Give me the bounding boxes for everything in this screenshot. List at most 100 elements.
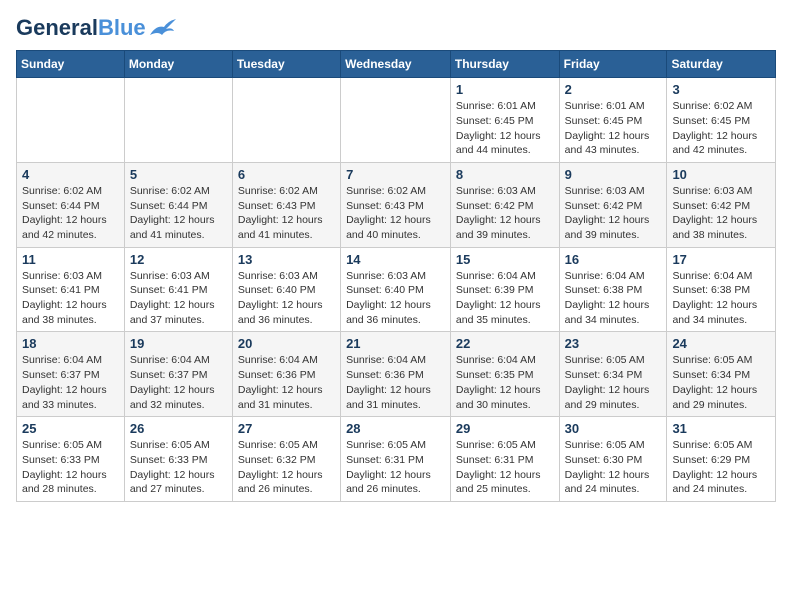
day-cell	[232, 78, 340, 163]
day-cell: 16Sunrise: 6:04 AM Sunset: 6:38 PM Dayli…	[559, 247, 667, 332]
day-number: 7	[346, 167, 445, 182]
week-row-4: 18 Sunrise: 6:04 AM Sunset: 6:37 PM Dayli…	[17, 332, 776, 417]
day-cell: 6 Sunrise: 6:02 AM Sunset: 6:43 PM Daylig…	[232, 162, 340, 247]
day-header-wednesday: Wednesday	[341, 51, 451, 78]
day-cell: 28 Sunrise: 6:05 AM Sunset: 6:31 PM Dayli…	[341, 417, 451, 502]
calendar-table: SundayMondayTuesdayWednesdayThursdayFrid…	[16, 50, 776, 502]
day-detail: Sunrise: 6:02 AM Sunset: 6:43 PM Dayligh…	[238, 184, 335, 243]
day-number: 17	[672, 252, 770, 267]
day-number: 5	[130, 167, 227, 182]
day-cell: 11 Sunrise: 6:03 AM Sunset: 6:41 PM Dayli…	[17, 247, 125, 332]
day-cell: 17 Sunrise: 6:04 AM Sunset: 6:38 PM Dayli…	[667, 247, 776, 332]
day-detail: Sunrise: 6:05 AM Sunset: 6:33 PM Dayligh…	[130, 438, 227, 497]
day-detail: Sunrise: 6:03 AM Sunset: 6:41 PM Dayligh…	[130, 269, 227, 328]
logo-text: GeneralBlue	[16, 16, 146, 40]
day-cell: 23 Sunrise: 6:05 AM Sunset: 6:34 PM Dayli…	[559, 332, 667, 417]
day-cell: 29 Sunrise: 6:05 AM Sunset: 6:31 PM Dayli…	[450, 417, 559, 502]
day-detail: Sunrise: 6:05 AM Sunset: 6:33 PM Dayligh…	[22, 438, 119, 497]
day-number: 19	[130, 336, 227, 351]
day-cell: 1 Sunrise: 6:01 AM Sunset: 6:45 PM Daylig…	[450, 78, 559, 163]
day-cell: 14Sunrise: 6:03 AM Sunset: 6:40 PM Dayli…	[341, 247, 451, 332]
day-header-sunday: Sunday	[17, 51, 125, 78]
day-number: 23	[565, 336, 662, 351]
day-cell: 27Sunrise: 6:05 AM Sunset: 6:32 PM Dayli…	[232, 417, 340, 502]
day-cell: 30 Sunrise: 6:05 AM Sunset: 6:30 PM Dayli…	[559, 417, 667, 502]
week-row-2: 4 Sunrise: 6:02 AM Sunset: 6:44 PM Daylig…	[17, 162, 776, 247]
day-header-monday: Monday	[124, 51, 232, 78]
day-number: 18	[22, 336, 119, 351]
day-detail: Sunrise: 6:05 AM Sunset: 6:30 PM Dayligh…	[565, 438, 662, 497]
day-cell: 9Sunrise: 6:03 AM Sunset: 6:42 PM Daylig…	[559, 162, 667, 247]
day-detail: Sunrise: 6:01 AM Sunset: 6:45 PM Dayligh…	[456, 99, 554, 158]
day-header-friday: Friday	[559, 51, 667, 78]
day-number: 1	[456, 82, 554, 97]
logo: GeneralBlue	[16, 16, 176, 40]
day-cell	[124, 78, 232, 163]
day-number: 2	[565, 82, 662, 97]
day-detail: Sunrise: 6:05 AM Sunset: 6:32 PM Dayligh…	[238, 438, 335, 497]
day-detail: Sunrise: 6:05 AM Sunset: 6:31 PM Dayligh…	[346, 438, 445, 497]
day-header-saturday: Saturday	[667, 51, 776, 78]
day-cell: 19 Sunrise: 6:04 AM Sunset: 6:37 PM Dayli…	[124, 332, 232, 417]
day-number: 16	[565, 252, 662, 267]
day-number: 3	[672, 82, 770, 97]
day-detail: Sunrise: 6:04 AM Sunset: 6:36 PM Dayligh…	[238, 353, 335, 412]
day-detail: Sunrise: 6:04 AM Sunset: 6:38 PM Dayligh…	[672, 269, 770, 328]
day-cell: 26Sunrise: 6:05 AM Sunset: 6:33 PM Dayli…	[124, 417, 232, 502]
day-cell	[17, 78, 125, 163]
day-cell: 21 Sunrise: 6:04 AM Sunset: 6:36 PM Dayli…	[341, 332, 451, 417]
day-header-tuesday: Tuesday	[232, 51, 340, 78]
logo-bird-icon	[148, 17, 176, 39]
day-cell: 20 Sunrise: 6:04 AM Sunset: 6:36 PM Dayli…	[232, 332, 340, 417]
day-cell: 7Sunrise: 6:02 AM Sunset: 6:43 PM Daylig…	[341, 162, 451, 247]
day-number: 30	[565, 421, 662, 436]
day-detail: Sunrise: 6:04 AM Sunset: 6:39 PM Dayligh…	[456, 269, 554, 328]
day-detail: Sunrise: 6:04 AM Sunset: 6:37 PM Dayligh…	[130, 353, 227, 412]
day-detail: Sunrise: 6:03 AM Sunset: 6:42 PM Dayligh…	[672, 184, 770, 243]
day-detail: Sunrise: 6:02 AM Sunset: 6:44 PM Dayligh…	[130, 184, 227, 243]
day-cell: 31 Sunrise: 6:05 AM Sunset: 6:29 PM Dayli…	[667, 417, 776, 502]
day-number: 25	[22, 421, 119, 436]
day-number: 4	[22, 167, 119, 182]
day-detail: Sunrise: 6:02 AM Sunset: 6:45 PM Dayligh…	[672, 99, 770, 158]
day-cell: 13 Sunrise: 6:03 AM Sunset: 6:40 PM Dayli…	[232, 247, 340, 332]
day-number: 21	[346, 336, 445, 351]
day-number: 9	[565, 167, 662, 182]
day-number: 14	[346, 252, 445, 267]
day-detail: Sunrise: 6:03 AM Sunset: 6:41 PM Dayligh…	[22, 269, 119, 328]
day-detail: Sunrise: 6:05 AM Sunset: 6:34 PM Dayligh…	[672, 353, 770, 412]
day-detail: Sunrise: 6:03 AM Sunset: 6:42 PM Dayligh…	[456, 184, 554, 243]
day-header-thursday: Thursday	[450, 51, 559, 78]
day-number: 12	[130, 252, 227, 267]
day-detail: Sunrise: 6:05 AM Sunset: 6:29 PM Dayligh…	[672, 438, 770, 497]
day-detail: Sunrise: 6:04 AM Sunset: 6:35 PM Dayligh…	[456, 353, 554, 412]
day-detail: Sunrise: 6:03 AM Sunset: 6:40 PM Dayligh…	[238, 269, 335, 328]
header-row: SundayMondayTuesdayWednesdayThursdayFrid…	[17, 51, 776, 78]
day-number: 15	[456, 252, 554, 267]
day-cell: 24 Sunrise: 6:05 AM Sunset: 6:34 PM Dayli…	[667, 332, 776, 417]
day-number: 6	[238, 167, 335, 182]
day-detail: Sunrise: 6:04 AM Sunset: 6:36 PM Dayligh…	[346, 353, 445, 412]
week-row-1: 1 Sunrise: 6:01 AM Sunset: 6:45 PM Daylig…	[17, 78, 776, 163]
day-cell: 8Sunrise: 6:03 AM Sunset: 6:42 PM Daylig…	[450, 162, 559, 247]
day-number: 11	[22, 252, 119, 267]
day-number: 31	[672, 421, 770, 436]
day-cell: 15 Sunrise: 6:04 AM Sunset: 6:39 PM Dayli…	[450, 247, 559, 332]
day-number: 29	[456, 421, 554, 436]
day-cell: 10Sunrise: 6:03 AM Sunset: 6:42 PM Dayli…	[667, 162, 776, 247]
day-detail: Sunrise: 6:05 AM Sunset: 6:31 PM Dayligh…	[456, 438, 554, 497]
day-cell: 18Sunrise: 6:04 AM Sunset: 6:37 PM Dayli…	[17, 332, 125, 417]
week-row-3: 11 Sunrise: 6:03 AM Sunset: 6:41 PM Dayli…	[17, 247, 776, 332]
day-cell: 2 Sunrise: 6:01 AM Sunset: 6:45 PM Daylig…	[559, 78, 667, 163]
day-number: 28	[346, 421, 445, 436]
day-cell: 12 Sunrise: 6:03 AM Sunset: 6:41 PM Dayli…	[124, 247, 232, 332]
day-number: 24	[672, 336, 770, 351]
day-number: 22	[456, 336, 554, 351]
day-cell: 3 Sunrise: 6:02 AM Sunset: 6:45 PM Daylig…	[667, 78, 776, 163]
day-detail: Sunrise: 6:05 AM Sunset: 6:34 PM Dayligh…	[565, 353, 662, 412]
day-number: 13	[238, 252, 335, 267]
page-header: GeneralBlue	[16, 16, 776, 40]
day-cell: 22 Sunrise: 6:04 AM Sunset: 6:35 PM Dayli…	[450, 332, 559, 417]
day-detail: Sunrise: 6:01 AM Sunset: 6:45 PM Dayligh…	[565, 99, 662, 158]
day-number: 20	[238, 336, 335, 351]
